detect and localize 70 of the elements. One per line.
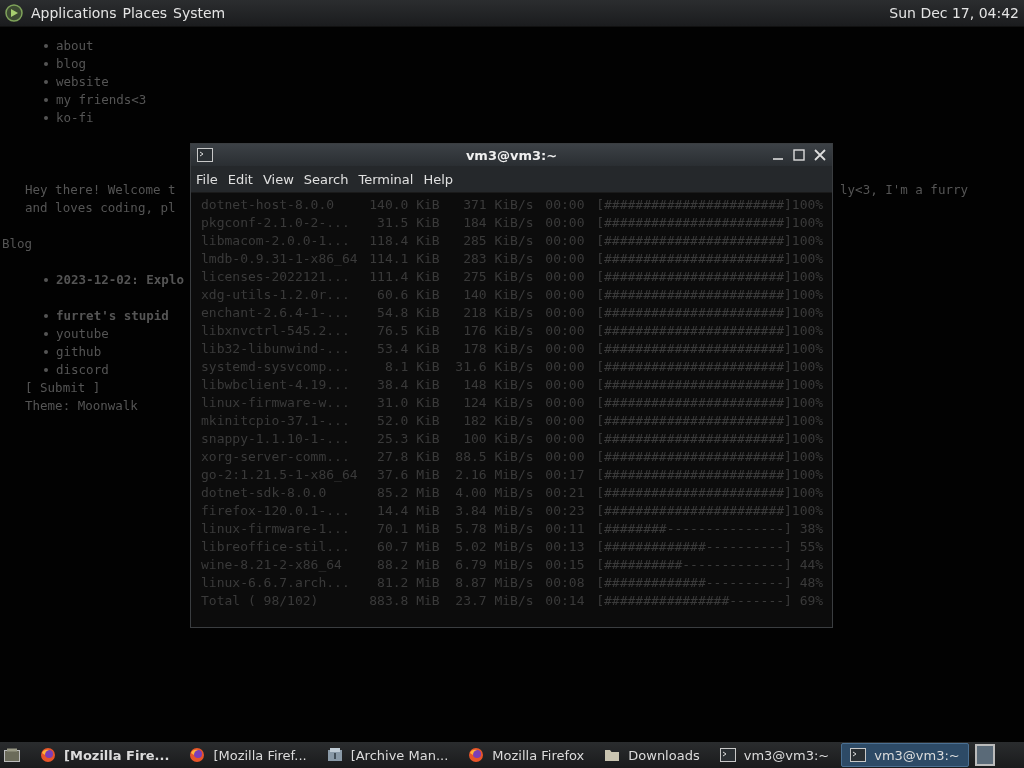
panel-menu[interactable]: Places (122, 5, 168, 21)
progress-text: [##########-------------] (595, 556, 788, 574)
intro-text: ly<3, I'm a furry (840, 181, 968, 199)
window-title: vm3@vm3:~ (465, 147, 558, 163)
taskbar-button[interactable]: vm3@vm3:~ (841, 743, 969, 767)
progress-text: [#######################] (595, 250, 788, 268)
bullet-icon (44, 98, 48, 102)
progress-text: [#######################] (595, 430, 788, 448)
menu-item[interactable]: Edit (222, 171, 258, 187)
fox-globe-icon (40, 747, 56, 763)
close-icon[interactable] (814, 149, 826, 161)
progress-text: [#######################] (595, 340, 788, 358)
progress-text: [#######################] (595, 466, 788, 484)
logo-icon[interactable] (5, 4, 23, 22)
progress-text: [#######################] (595, 358, 788, 376)
progress-text: [#######################] (595, 412, 788, 430)
progress-text: [################-------] (595, 592, 788, 610)
bullet-icon (44, 278, 48, 282)
terminal-icon (197, 148, 213, 162)
theme-label: Theme: Moonwalk (25, 398, 138, 413)
intro-text: Hey there! Welcome t (25, 181, 176, 199)
bullet-icon (44, 80, 48, 84)
progress-text: [#######################] (595, 268, 788, 286)
menu-item[interactable]: Terminal (353, 171, 419, 187)
terminal-icon (719, 748, 736, 762)
progress-text: [#######################] (595, 448, 788, 466)
progress-text: [#######################] (595, 376, 788, 394)
taskbar-button[interactable]: [Mozilla Fire... (32, 744, 178, 766)
bullet-icon (44, 368, 48, 372)
progress-text: [#######################] (595, 484, 788, 502)
progress-text: [#######################] (595, 196, 788, 214)
menu-item[interactable]: View (257, 171, 299, 187)
progress-text: [#######################] (595, 502, 788, 520)
bullet-icon (44, 62, 48, 66)
taskbar-button[interactable]: vm3@vm3:~ (711, 744, 838, 766)
list-title: furret's stupid (56, 307, 169, 325)
taskbar-button[interactable]: [Archive Man... (318, 744, 457, 766)
archive-icon (326, 747, 343, 763)
progress-text: [#######################] (595, 304, 788, 322)
bullet-icon (44, 116, 48, 120)
folder-icon (604, 747, 621, 763)
bullet-icon (44, 332, 48, 336)
progress-text: [#######################] (595, 214, 788, 232)
progress-text: [#######################] (595, 394, 788, 412)
taskbar-button[interactable]: Mozilla Firefox (460, 744, 593, 766)
taskbar-button[interactable]: Downloads (596, 744, 708, 766)
bullet-icon (44, 350, 48, 354)
menu-item[interactable]: Search (298, 171, 354, 187)
progress-text: [#############----------] (595, 574, 788, 592)
progress-text: [#######################] (595, 322, 788, 340)
panel-menu[interactable]: System (173, 5, 226, 21)
terminal-icon (850, 748, 867, 762)
menu-item[interactable]: File (191, 171, 223, 187)
taskbar-button[interactable]: [Mozilla Firef... (181, 744, 315, 766)
maximize-icon[interactable] (793, 149, 805, 161)
bullet-icon (44, 44, 48, 48)
fox-globe-icon (189, 747, 206, 763)
workspace-switcher[interactable] (974, 744, 995, 766)
desktop-icon[interactable] (4, 748, 20, 762)
bullet-icon (44, 314, 48, 318)
progress-text: [########---------------] (595, 520, 788, 538)
progress-text: [#############----------] (595, 538, 788, 556)
menu-item[interactable]: Help (418, 171, 459, 187)
progress-text: [#######################] (595, 286, 788, 304)
intro-text: and loves coding, pl (25, 200, 176, 215)
panel-menu[interactable]: Applications (31, 5, 117, 21)
progress-text: [#######################] (595, 232, 788, 250)
fox-globe-icon (468, 747, 485, 763)
clock[interactable]: Sun Dec 17, 04:42 (889, 5, 1019, 21)
section-heading: Blog (2, 236, 33, 251)
